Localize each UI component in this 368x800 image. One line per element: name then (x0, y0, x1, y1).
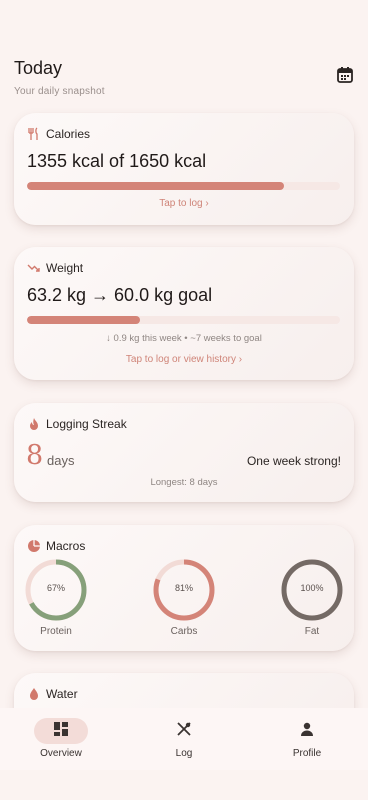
weight-title-label: Weight (46, 261, 84, 275)
weight-card[interactable]: Weight 63.2 kg → 60.0 kg goal ↓ 0.9 kg t… (14, 247, 354, 380)
weight-summary: 63.2 kg → 60.0 kg goal (27, 285, 213, 305)
weight-title: Weight (27, 261, 83, 275)
calories-summary: 1355 kcal of 1650 kcal (27, 151, 207, 171)
utensils-icon (27, 127, 41, 141)
nav-log-pill (157, 718, 211, 744)
weight-weekly-meta: ↓ 0.9 kg this week • ~7 weeks to goal (106, 333, 262, 344)
header: Today Your daily snapshot (14, 58, 354, 98)
water-title: Water (27, 687, 78, 701)
bottom-nav: Overview Log Profile (0, 708, 368, 770)
streak-unit: days (47, 453, 75, 468)
protein-label: Protein (40, 626, 72, 637)
fat-percent: 100% (300, 583, 324, 593)
nav-log-label: Log (175, 748, 193, 759)
page-title: Today (14, 58, 63, 78)
water-drop-icon (27, 687, 41, 701)
person-icon (299, 721, 315, 742)
flame-icon (27, 417, 41, 431)
nav-profile-pill (280, 718, 334, 744)
streak-title: Logging Streak (27, 417, 127, 431)
streak-count: 8 (26, 440, 44, 471)
calories-title-label: Calories (46, 127, 91, 141)
macro-ring-protein: 67% Protein (24, 558, 88, 637)
macros-title-label: Macros (46, 539, 86, 553)
nav-item-overview[interactable]: Overview (0, 708, 122, 770)
nav-profile-label: Profile (292, 748, 322, 759)
carbs-label: Carbs (170, 626, 198, 637)
nav-item-profile[interactable]: Profile (246, 708, 368, 770)
calories-tap-link[interactable]: Tap to log › (14, 198, 354, 209)
fat-label: Fat (304, 626, 320, 637)
macros-title: Macros (27, 539, 85, 553)
calories-progress-bar (27, 182, 340, 190)
calories-card[interactable]: Calories 1355 kcal of 1650 kcal Tap to l… (14, 113, 354, 225)
calendar-icon[interactable] (336, 66, 354, 84)
weight-progress-fill (27, 316, 140, 324)
bottom-safe-area (0, 770, 368, 800)
protein-percent: 67% (46, 583, 65, 593)
macros-card: Macros 67% Protein 81% Carbs 100% Fat (14, 525, 354, 651)
carbs-percent: 81% (174, 583, 193, 593)
calories-progress-fill (27, 182, 284, 190)
water-title-label: Water (46, 687, 78, 701)
grid-icon (53, 721, 69, 742)
utensils-icon (176, 721, 192, 742)
calories-title: Calories (27, 127, 90, 141)
streak-title-label: Logging Streak (46, 417, 127, 431)
streak-card: Logging Streak 8 days One week strong! L… (14, 403, 354, 502)
nav-item-log[interactable]: Log (123, 708, 245, 770)
weight-tap-link[interactable]: Tap to log or view history › (14, 354, 354, 365)
trend-down-icon (27, 261, 41, 275)
page-subtitle: Your daily snapshot (14, 86, 105, 97)
nav-overview-label: Overview (40, 748, 82, 759)
weight-progress-bar (27, 316, 340, 324)
streak-longest: Longest: 8 days (150, 477, 218, 488)
nav-overview-pill (34, 718, 88, 744)
streak-message: One week strong! (246, 454, 341, 468)
macro-ring-fat: 100% Fat (280, 558, 344, 637)
macro-ring-carbs: 81% Carbs (152, 558, 216, 637)
pie-chart-icon (27, 539, 41, 553)
